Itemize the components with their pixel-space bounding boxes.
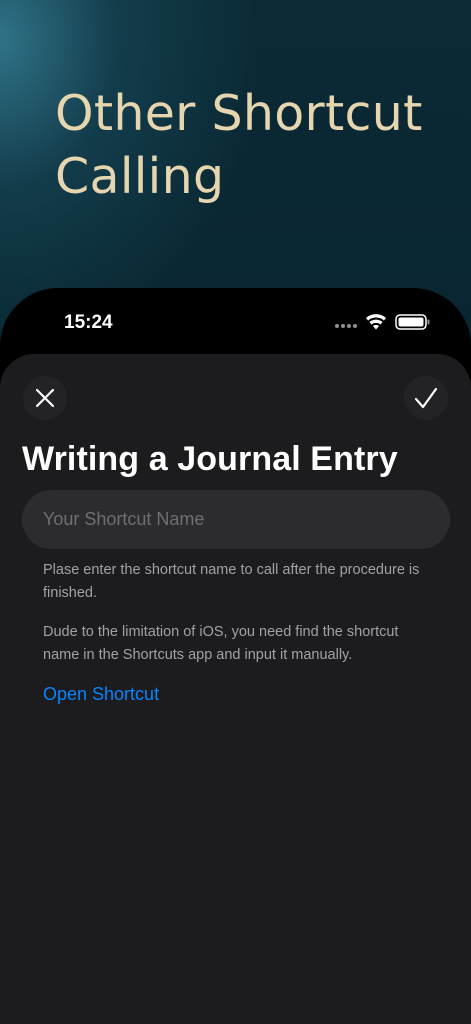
wifi-icon <box>366 314 386 330</box>
cellular-dots-icon <box>335 324 357 328</box>
close-button[interactable] <box>23 376 67 420</box>
open-shortcut-link[interactable]: Open Shortcut <box>43 684 159 705</box>
battery-icon <box>395 314 430 330</box>
close-icon <box>35 388 55 408</box>
help-text-enter-name: Plase enter the shortcut name to call af… <box>43 562 420 601</box>
help-text-limitation: Dude to the limitation of iOS, you need … <box>43 624 399 663</box>
status-icons <box>334 312 434 332</box>
promo-title: Other Shortcut Calling <box>55 85 423 205</box>
shortcut-name-input[interactable] <box>22 490 450 549</box>
sheet-title: Writing a Journal Entry <box>22 440 398 478</box>
checkmark-icon <box>414 387 438 409</box>
confirm-button[interactable] <box>404 376 448 420</box>
status-time: 15:24 <box>64 312 113 333</box>
